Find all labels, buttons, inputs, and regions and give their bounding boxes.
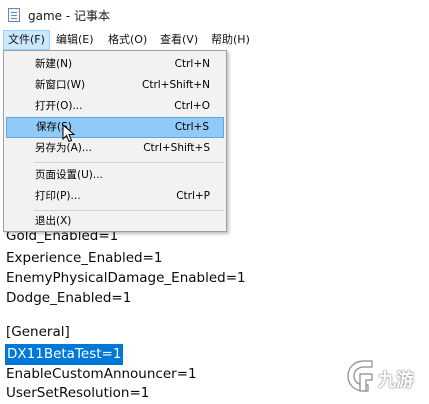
menu-item-new[interactable]: 新建(N) Ctrl+N <box>6 54 224 75</box>
menu-item-exit[interactable]: 退出(X) <box>6 211 224 232</box>
menu-item-shortcut: Ctrl+O <box>174 100 210 112</box>
menu-bar: 文件(F) 编辑(E) 格式(O) 查看(V) 帮助(H) <box>0 30 429 50</box>
watermark-text: 九游 <box>378 370 414 391</box>
menu-item-label: 退出(X) <box>35 215 72 227</box>
menu-format[interactable]: 格式(O) <box>104 30 151 50</box>
menu-file[interactable]: 文件(F) <box>3 30 50 50</box>
menu-item-shortcut: Ctrl+S <box>174 121 209 133</box>
menu-item-shortcut: Ctrl+P <box>176 190 210 202</box>
text-line: EnemyPhysicalDamage_Enabled=1 <box>6 270 246 286</box>
window-title: game - 记事本 <box>28 9 111 23</box>
selected-text-line: DX11BetaTest=1 <box>5 344 124 365</box>
menu-item-shortcut: Ctrl+Shift+S <box>143 142 210 154</box>
text-line: Experience_Enabled=1 <box>6 250 163 266</box>
menu-item-shortcut: Ctrl+Shift+N <box>142 79 210 91</box>
menu-item-shortcut: Ctrl+N <box>174 58 210 70</box>
text-line: [General] <box>6 324 70 340</box>
menu-view[interactable]: 查看(V) <box>156 30 202 50</box>
mouse-cursor-icon <box>62 124 76 143</box>
text-line: EnableCustomAnnouncer=1 <box>6 366 197 382</box>
menu-item-print[interactable]: 打印(P)... Ctrl+P <box>6 186 224 207</box>
menu-separator <box>34 162 224 163</box>
menu-help[interactable]: 帮助(H) <box>207 30 254 50</box>
menu-item-label: 新窗口(W) <box>35 79 86 91</box>
menu-item-save-as[interactable]: 另存为(A)... Ctrl+Shift+S <box>6 138 224 159</box>
menu-item-label: 新建(N) <box>35 58 73 70</box>
menu-item-save[interactable]: 保存(S) Ctrl+S <box>6 117 224 138</box>
text-line: Dodge_Enabled=1 <box>6 290 132 306</box>
menu-item-label: 打印(P)... <box>35 190 81 202</box>
menu-item-label: 页面设置(U)... <box>35 169 103 181</box>
title-bar: game - 记事本 <box>0 0 429 31</box>
notepad-icon <box>8 8 20 22</box>
menu-edit[interactable]: 编辑(E) <box>52 30 98 50</box>
file-menu-dropdown: 新建(N) Ctrl+N 新窗口(W) Ctrl+Shift+N 打开(O)..… <box>3 50 227 232</box>
text-line: UserSetResolution=1 <box>6 385 150 401</box>
menu-item-new-window[interactable]: 新窗口(W) Ctrl+Shift+N <box>6 75 224 96</box>
menu-item-open[interactable]: 打开(O)... Ctrl+O <box>6 96 224 117</box>
menu-item-page-setup[interactable]: 页面设置(U)... <box>6 165 224 186</box>
menu-item-label: 打开(O)... <box>35 100 83 112</box>
